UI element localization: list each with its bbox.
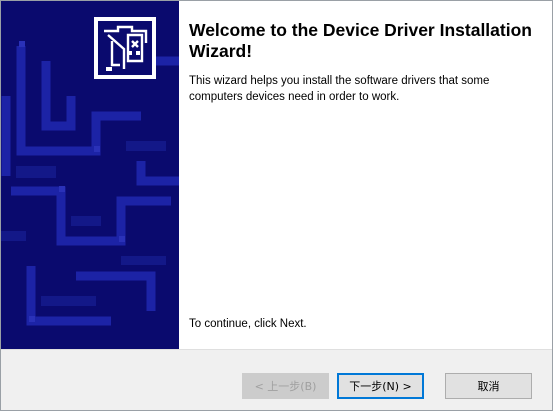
wizard-button-bar: < 上一步(B) 下一步(N) > 取消: [1, 349, 552, 410]
installation-wizard-window: Welcome to the Device Driver Installatio…: [0, 0, 553, 411]
wizard-description: This wizard helps you install the softwa…: [189, 75, 490, 103]
wizard-content: Welcome to the Device Driver Installatio…: [179, 1, 552, 349]
back-button[interactable]: < 上一步(B): [242, 373, 329, 399]
next-button[interactable]: 下一步(N) >: [337, 373, 424, 399]
device-driver-logo-icon: [94, 17, 156, 79]
wizard-title: Welcome to the Device Driver Installatio…: [189, 20, 532, 61]
chip-box-icon: [104, 25, 148, 71]
continue-instruction: To continue, click Next.: [189, 318, 307, 330]
cancel-button[interactable]: 取消: [445, 373, 532, 399]
wizard-side-banner: [1, 1, 179, 349]
